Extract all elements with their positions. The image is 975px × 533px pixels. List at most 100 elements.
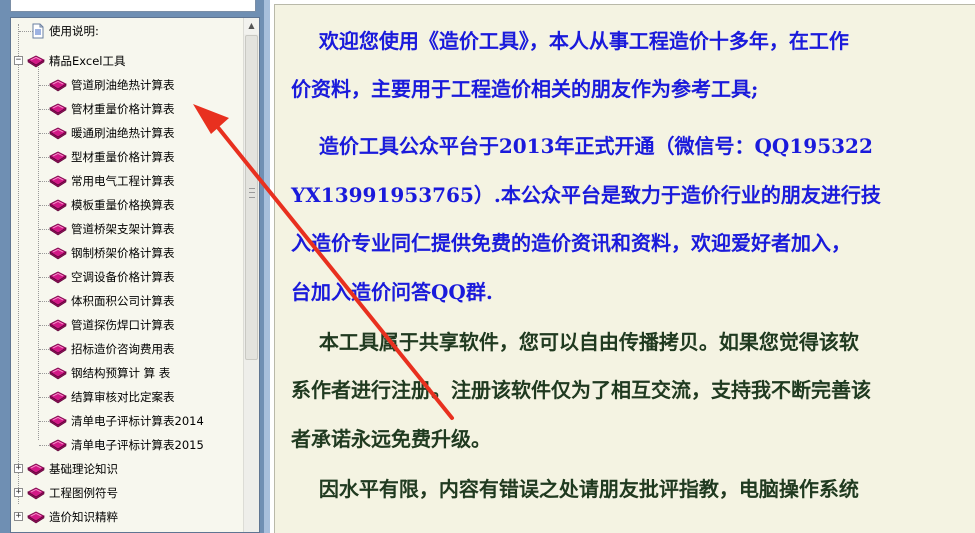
book-icon — [49, 199, 67, 212]
book-icon — [49, 151, 67, 164]
tree-item-excel[interactable]: 暖通刷油绝热计算表 — [49, 122, 175, 144]
tree-group-label: 工程图例符号 — [49, 486, 118, 500]
tree-group[interactable]: 工程图例符号 — [27, 482, 118, 504]
book-icon — [49, 175, 67, 188]
tree-item-label: 管道探伤焊口计算表 — [71, 318, 175, 332]
tree-item-excel[interactable]: 管道桥架支架计算表 — [49, 218, 175, 240]
tree-connector-h — [39, 253, 49, 254]
content-line: YX13991953765）.本公众平台是致力于造价行业的朋友进行技 — [291, 183, 881, 207]
tree-item-excel[interactable]: 招标造价咨询费用表 — [49, 338, 175, 360]
tree-item-label: 结算审核对比定案表 — [71, 390, 175, 404]
tree-connector-h — [39, 205, 49, 206]
tree-connector-excel — [38, 60, 39, 440]
scroll-thumb[interactable] — [245, 35, 258, 360]
tree-connector-h — [39, 109, 49, 110]
book-icon — [49, 391, 67, 404]
tree-item-excel[interactable]: 常用电气工程计算表 — [49, 170, 175, 192]
tree-item-label: 模板重量价格换算表 — [71, 198, 175, 212]
tree-scrollbar[interactable]: ▲ — [243, 18, 259, 532]
book-icon — [27, 511, 45, 524]
tree-connector-h — [39, 397, 49, 398]
scroll-up-arrow-icon[interactable]: ▲ — [244, 18, 259, 34]
tree-connector-h — [39, 421, 49, 422]
expand-icon[interactable]: + — [14, 464, 23, 473]
tree-item-label: 使用说明: — [49, 24, 99, 38]
tree-connector-h — [39, 229, 49, 230]
tree-connector-h — [39, 157, 49, 158]
tree-connector-h — [39, 325, 49, 326]
book-icon — [49, 367, 67, 380]
tree-item-excel[interactable]: 管材重量价格计算表 — [49, 98, 175, 120]
tree-item-label: 暖通刷油绝热计算表 — [71, 126, 175, 140]
tree-connector-h — [39, 277, 49, 278]
collapse-icon[interactable]: − — [14, 56, 23, 65]
book-icon — [27, 463, 45, 476]
tree-item-excel[interactable]: 钢制桥架价格计算表 — [49, 242, 175, 264]
tree-item-excel[interactable]: 模板重量价格换算表 — [49, 194, 175, 216]
content-document: 欢迎您使用《造价工具》，本人从事工程造价十多年，在工作 价资料，主要用于工程造价相… — [274, 4, 975, 533]
tree-group-label: 基础理论知识 — [49, 462, 118, 476]
tree-item-excel[interactable]: 钢结构预算计 算 表 — [49, 362, 170, 384]
content-line: 价资料，主要用于工程造价相关的朋友作为参考工具; — [291, 77, 759, 101]
book-icon — [49, 103, 67, 116]
book-icon — [49, 247, 67, 260]
tree-item-label: 体积面积公司计算表 — [71, 294, 175, 308]
tree-connector-root — [18, 24, 19, 504]
tree-connector-h — [39, 181, 49, 182]
tree-item-excel[interactable]: 型材重量价格计算表 — [49, 146, 175, 168]
book-icon — [49, 127, 67, 140]
tree-item-excel[interactable]: 管道刷油绝热计算表 — [49, 74, 175, 96]
tree-item-label: 管材重量价格计算表 — [71, 102, 175, 116]
tree-item-label: 钢结构预算计 算 表 — [71, 366, 171, 380]
tree-item-label: 空调设备价格计算表 — [71, 270, 175, 284]
content-line: 本工具属于共享软件，您可以自由传播拷贝。如果您觉得该软 — [291, 330, 859, 354]
tree-item-excel[interactable]: 结算审核对比定案表 — [49, 386, 175, 408]
tree-item-excel[interactable]: 清单电子评标计算表2015 — [49, 434, 204, 456]
document-icon — [32, 23, 44, 39]
content-line: 欢迎您使用《造价工具》，本人从事工程造价十多年，在工作 — [291, 29, 849, 53]
tree-item-label: 清单电子评标计算表2015 — [71, 438, 204, 452]
tree-item-label: 管道刷油绝热计算表 — [71, 78, 175, 92]
scroll-grip-icon — [249, 188, 255, 198]
tree-item-excel[interactable]: 空调设备价格计算表 — [49, 266, 175, 288]
tree-item-label: 常用电气工程计算表 — [71, 174, 175, 188]
book-icon — [27, 487, 45, 500]
tree-connector-h — [39, 301, 49, 302]
tree-group-excel[interactable]: 精品Excel工具 — [27, 50, 125, 72]
content-pane: 欢迎您使用《造价工具》，本人从事工程造价十多年，在工作 价资料，主要用于工程造价相… — [270, 0, 975, 533]
tree-connector-h — [39, 85, 49, 86]
tree-connector-h — [39, 445, 49, 446]
tree-item-label: 管道桥架支架计算表 — [71, 222, 175, 236]
tree-item-usage[interactable]: 使用说明: — [31, 20, 99, 42]
book-icon — [49, 271, 67, 284]
expand-icon[interactable]: + — [14, 488, 23, 497]
book-icon — [27, 55, 45, 68]
book-icon — [49, 79, 67, 92]
tree-search-input[interactable] — [10, 0, 256, 12]
tree-connector-h — [39, 373, 49, 374]
tree-group[interactable]: 造价知识精粹 — [27, 506, 118, 528]
tree-group[interactable]: 基础理论知识 — [27, 458, 118, 480]
tree-item-label: 招标造价咨询费用表 — [71, 342, 175, 356]
expand-icon[interactable]: + — [14, 512, 23, 521]
tree-view[interactable]: 使用说明: − 精品Excel工具 管道刷油绝热计算表 管材重量价格计算表 暖通刷油… — [10, 17, 260, 533]
book-icon — [49, 343, 67, 356]
tree-pane: 使用说明: − 精品Excel工具 管道刷油绝热计算表 管材重量价格计算表 暖通刷油… — [0, 0, 264, 533]
content-line: 系作者进行注册。注册该软件仅为了相互交流，支持我不断完善该 — [291, 378, 871, 402]
tree-connector-h — [39, 133, 49, 134]
tree-item-excel[interactable]: 清单电子评标计算表2014 — [49, 410, 204, 432]
content-line: 台加入造价问答QQ群. — [291, 280, 493, 304]
book-icon — [49, 223, 67, 236]
tree-group-label: 造价知识精粹 — [49, 510, 118, 524]
content-line: 造价工具公众平台于2013年正式开通（微信号：QQ195322 — [291, 134, 873, 158]
tree-item-label: 型材重量价格计算表 — [71, 150, 175, 164]
tree-item-excel[interactable]: 体积面积公司计算表 — [49, 290, 175, 312]
tree-connector-h — [39, 349, 49, 350]
content-line: 者承诺永远免费升级。 — [291, 427, 491, 451]
tree-group-label: 精品Excel工具 — [49, 54, 126, 68]
book-icon — [49, 295, 67, 308]
book-icon — [49, 415, 67, 428]
tree-item-excel[interactable]: 管道探伤焊口计算表 — [49, 314, 175, 336]
content-line: 入造价专业同仁提供免费的造价资讯和资料，欢迎爱好者加入， — [291, 231, 851, 255]
book-icon — [49, 439, 67, 452]
